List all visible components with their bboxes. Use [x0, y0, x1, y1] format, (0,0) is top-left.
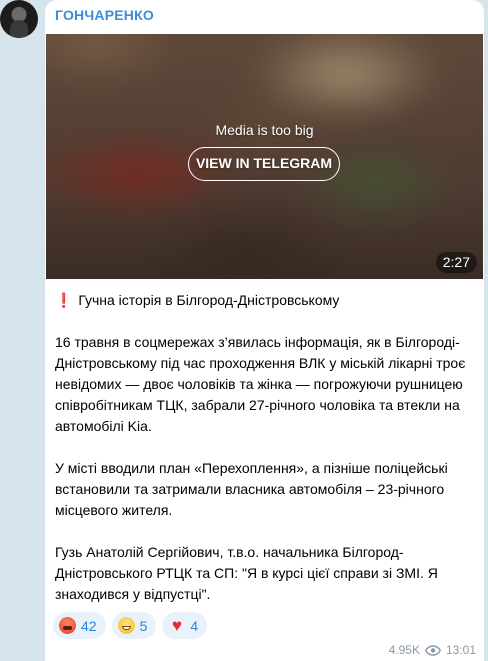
- eye-icon: [424, 644, 441, 656]
- reactions-bar: 42 5 ♥ 4: [53, 612, 208, 639]
- channel-name[interactable]: ГОНЧАРЕНКО: [55, 7, 154, 23]
- post-headline-text: Гучна історія в Білгород-Дністровському: [78, 292, 340, 308]
- reaction-count: 4: [190, 617, 199, 634]
- angry-face-icon: [59, 617, 76, 634]
- reaction-count: 42: [81, 617, 97, 634]
- reaction-grin[interactable]: 5: [111, 612, 157, 639]
- view-in-telegram-button[interactable]: VIEW IN TELEGRAM: [188, 147, 340, 181]
- post-text: ❗ Гучна історія в Білгород-Дністровськом…: [55, 290, 477, 605]
- message-bubble: ГОНЧАРЕНКО Media is too big VIEW IN TELE…: [45, 0, 484, 661]
- heart-icon: ♥: [171, 616, 182, 635]
- video-duration-badge: 2:27: [435, 252, 477, 273]
- message-meta: 4.95K 13:01: [389, 643, 476, 657]
- grinning-face-icon: [117, 617, 135, 634]
- post-paragraph: 16 травня в соцмережах з’явилась інформа…: [55, 334, 466, 434]
- post-paragraph: У місті вводили план «Перехоплення», а п…: [55, 460, 448, 518]
- reaction-heart[interactable]: ♥ 4: [162, 612, 208, 639]
- reaction-count: 5: [139, 617, 148, 634]
- message-time: 13:01: [445, 643, 476, 657]
- media-too-big-label: Media is too big: [215, 122, 314, 138]
- view-count: 4.95K: [388, 643, 420, 657]
- exclamation-icon: ❗: [55, 292, 73, 308]
- post-headline: ❗ Гучна історія в Білгород-Дністровськом…: [55, 290, 477, 311]
- post-paragraph: Гузь Анатолій Сергійович, т.в.о. начальн…: [55, 544, 438, 602]
- reaction-angry[interactable]: 42: [53, 612, 106, 639]
- video-preview[interactable]: Media is too big VIEW IN TELEGRAM 2:27: [46, 34, 483, 279]
- channel-avatar[interactable]: [0, 0, 38, 38]
